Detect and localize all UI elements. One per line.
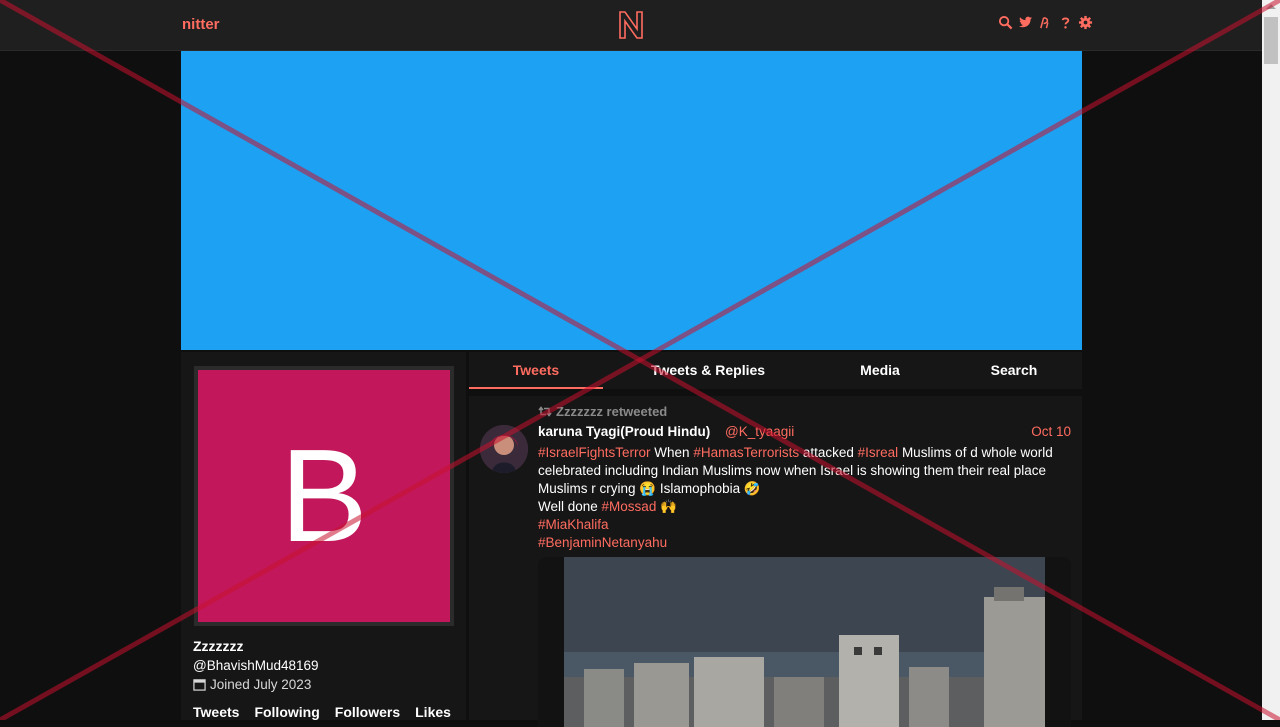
brand-link[interactable]: nitter: [182, 16, 220, 33]
page-scrollbar[interactable]: [1262, 0, 1280, 720]
tweet-author-avatar[interactable]: [480, 425, 528, 473]
profile-stats: Tweets Following Followers Likes: [193, 704, 451, 720]
tweet-text: Well done: [538, 499, 602, 514]
hashtag-link[interactable]: #Mossad: [602, 499, 657, 514]
stat-tweets[interactable]: Tweets: [193, 704, 239, 720]
help-icon[interactable]: [1058, 15, 1073, 33]
scroll-up-arrow[interactable]: [1266, 4, 1276, 9]
stat-likes[interactable]: Likes: [415, 704, 451, 720]
timeline-tabs: Tweets Tweets & Replies Media Search: [469, 352, 1082, 389]
search-icon[interactable]: [998, 15, 1013, 33]
nitter-logo[interactable]: [612, 8, 650, 42]
tweet-author-name[interactable]: karuna Tyagi(Proud Hindu): [538, 424, 710, 439]
tweet-text: attacked: [799, 445, 858, 460]
twitter-bird-icon[interactable]: [1018, 15, 1033, 33]
tweet-body: #IsraelFightsTerror When #HamasTerrorist…: [538, 444, 1073, 552]
calendar-icon: [193, 679, 206, 691]
hashtag-link[interactable]: #MiaKhalifa: [538, 516, 1073, 534]
tab-tweets[interactable]: Tweets: [469, 352, 603, 389]
stat-followers[interactable]: Followers: [335, 704, 400, 720]
retweet-header-text: Zzzzzzz retweeted: [556, 404, 668, 419]
profile-fullname[interactable]: Zzzzzzz: [193, 638, 244, 654]
nav-icons: [998, 15, 1093, 33]
tab-media[interactable]: Media: [813, 352, 947, 389]
retweet-header: Zzzzzzz retweeted: [538, 404, 667, 419]
tweet-author-handle[interactable]: @K_tyaagii: [725, 424, 794, 439]
scroll-thumb[interactable]: [1264, 17, 1278, 64]
tab-tweets-replies[interactable]: Tweets & Replies: [603, 352, 813, 389]
tweet-date[interactable]: Oct 10: [1031, 424, 1071, 439]
navbar: nitter: [0, 0, 1262, 51]
hashtag-link[interactable]: #IsraelFightsTerror: [538, 445, 651, 460]
tab-search[interactable]: Search: [947, 352, 1081, 389]
profile-username[interactable]: @BhavishMud48169: [193, 658, 319, 673]
profile-card: B Zzzzzzz @BhavishMud48169 Joined July 2…: [181, 352, 466, 720]
join-date-text: Joined July 2023: [210, 677, 312, 692]
rss-icon[interactable]: [1038, 15, 1053, 33]
tweet-item[interactable]: Zzzzzzz retweeted karuna Tyagi(Proud Hin…: [469, 396, 1082, 727]
hashtag-link[interactable]: #Isreal: [858, 445, 899, 460]
avatar[interactable]: B: [198, 370, 450, 622]
hashtag-link[interactable]: #BenjaminNetanyahu: [538, 534, 1073, 552]
hashtag-link[interactable]: #HamasTerrorists: [693, 445, 799, 460]
tweet-text: When: [650, 445, 694, 460]
settings-gear-icon[interactable]: [1078, 15, 1093, 33]
timeline: Tweets Tweets & Replies Media Search Zzz…: [469, 352, 1082, 727]
retweet-icon: [538, 406, 552, 417]
media-image[interactable]: [564, 557, 1045, 727]
join-date: Joined July 2023: [193, 677, 311, 692]
stat-following[interactable]: Following: [254, 704, 319, 720]
tweet-text: 🙌: [656, 499, 677, 514]
profile-banner[interactable]: [181, 51, 1082, 350]
avatar-frame: B: [194, 366, 454, 626]
tweet-line: Well done #Mossad 🙌: [538, 498, 1073, 516]
tweet-media[interactable]: [538, 557, 1071, 727]
